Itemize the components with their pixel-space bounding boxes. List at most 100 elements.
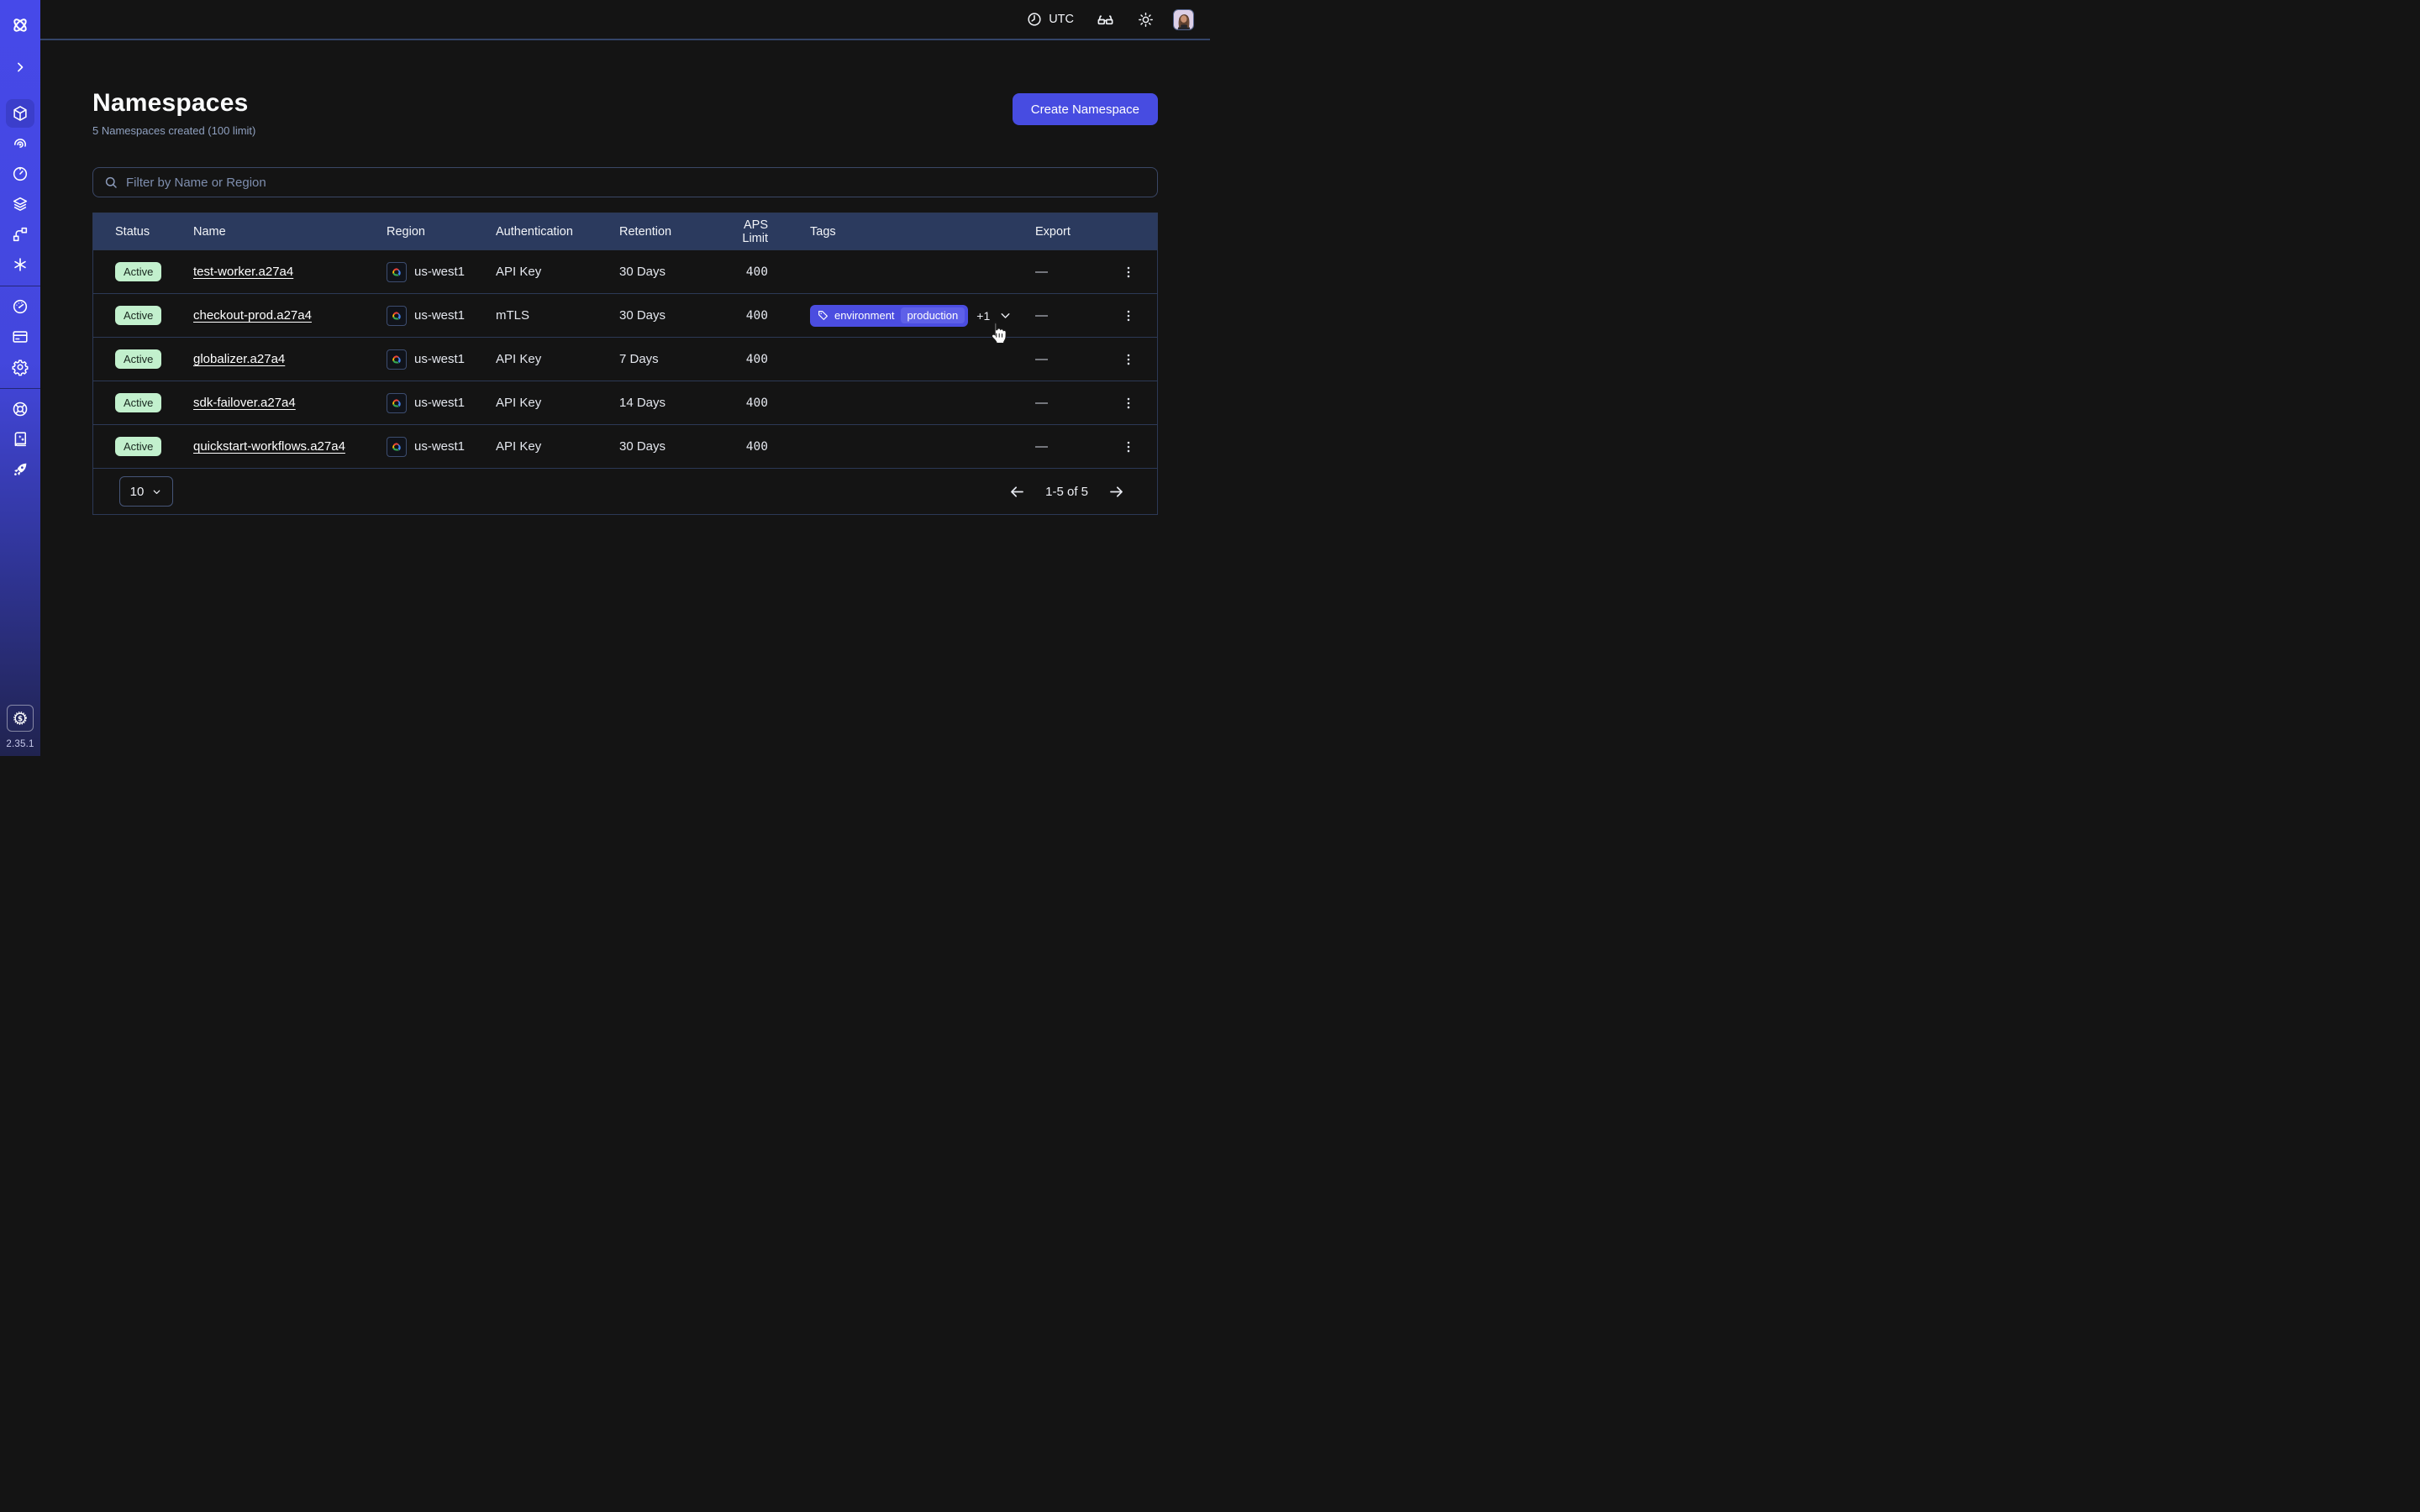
region-cell: us-west1	[387, 349, 496, 370]
namespace-link[interactable]: quickstart-workflows.a27a4	[193, 439, 345, 454]
aps-limit-cell: 400	[716, 440, 768, 454]
search-icon	[103, 175, 118, 190]
row-menu-button[interactable]	[1118, 260, 1139, 285]
status-badge: Active	[115, 262, 161, 281]
credits-button[interactable]: $	[7, 705, 34, 732]
status-badge: Active	[115, 393, 161, 412]
tags-more-count: +1	[976, 309, 990, 323]
app-version: 2.35.1	[6, 739, 34, 749]
sidebar: $ 2.35.1	[0, 0, 40, 756]
filter-input[interactable]	[126, 176, 1147, 190]
timezone-selector[interactable]: UTC	[1026, 11, 1074, 28]
gcp-cloud-icon	[387, 262, 407, 282]
page-subtitle: 5 Namespaces created (100 limit)	[92, 124, 1158, 137]
reader-mode-icon[interactable]	[1096, 10, 1115, 29]
column-header-export: Export	[1027, 225, 1100, 239]
sidebar-item-usage[interactable]	[6, 292, 34, 321]
user-avatar[interactable]	[1173, 9, 1194, 30]
namespace-link[interactable]: sdk-failover.a27a4	[193, 396, 296, 410]
column-header-status: Status	[93, 225, 193, 239]
aps-limit-cell: 400	[716, 396, 768, 410]
namespace-link[interactable]: globalizer.a27a4	[193, 352, 285, 366]
sidebar-item-insights[interactable]	[6, 129, 34, 158]
aps-limit-cell: 400	[716, 353, 768, 366]
column-header-retention: Retention	[619, 225, 716, 239]
tags-cell: environment production +1	[768, 305, 1027, 327]
table-row: Active checkout-prod.a27a4 us-west1 mTLS…	[93, 294, 1157, 338]
auth-cell: API Key	[496, 396, 619, 410]
sidebar-item-task-queues[interactable]	[6, 190, 34, 218]
auth-cell: mTLS	[496, 308, 619, 323]
namespace-link[interactable]: test-worker.a27a4	[193, 265, 293, 279]
sidebar-item-getting-started[interactable]	[6, 455, 34, 484]
chevron-down-icon	[151, 486, 162, 497]
row-menu-button[interactable]	[1118, 347, 1139, 372]
table-row: Active sdk-failover.a27a4 us-west1 API K…	[93, 381, 1157, 425]
status-badge: Active	[115, 306, 161, 325]
column-header-region: Region	[387, 225, 496, 239]
namespace-link[interactable]: checkout-prod.a27a4	[193, 308, 312, 323]
row-menu-button[interactable]	[1118, 303, 1139, 328]
column-header-authentication: Authentication	[496, 225, 619, 239]
namespaces-table: Status Name Region Authentication Retent…	[92, 213, 1158, 515]
sidebar-item-billing[interactable]	[6, 323, 34, 351]
gcp-cloud-icon	[387, 437, 407, 457]
region-cell: us-west1	[387, 437, 496, 457]
gcp-cloud-icon	[387, 349, 407, 370]
row-menu-button[interactable]	[1118, 391, 1139, 416]
sidebar-item-deployments[interactable]	[6, 220, 34, 249]
page-size-select[interactable]: 10	[119, 476, 173, 507]
table-row: Active quickstart-workflows.a27a4 us-wes…	[93, 425, 1157, 469]
retention-cell: 30 Days	[619, 439, 716, 454]
sidebar-divider	[0, 388, 40, 389]
pagination-range: 1-5 of 5	[1045, 485, 1088, 499]
topbar: UTC	[40, 0, 1210, 40]
column-header-aps-limit: APS Limit	[716, 218, 768, 245]
tag-value: production	[901, 307, 965, 323]
chevron-down-icon[interactable]	[998, 308, 1013, 323]
gcp-cloud-icon	[387, 393, 407, 413]
gcp-cloud-icon	[387, 306, 407, 326]
page-title: Namespaces	[92, 89, 1158, 118]
pagination-bar: 10 1-5 of 5	[93, 469, 1157, 514]
create-namespace-button[interactable]: Create Namespace	[1013, 93, 1158, 125]
column-header-tags: Tags	[768, 225, 1027, 239]
tag-icon	[818, 310, 829, 321]
region-label: us-west1	[414, 396, 465, 410]
row-menu-button[interactable]	[1118, 434, 1139, 459]
retention-cell: 14 Days	[619, 396, 716, 410]
table-body: Active test-worker.a27a4 us-west1 API Ke…	[93, 250, 1157, 469]
aps-limit-cell: 400	[716, 265, 768, 279]
next-page-button[interactable]	[1107, 483, 1125, 501]
auth-cell: API Key	[496, 439, 619, 454]
region-label: us-west1	[414, 308, 465, 323]
auth-cell: API Key	[496, 352, 619, 366]
auth-cell: API Key	[496, 265, 619, 279]
table-row: Active globalizer.a27a4 us-west1 API Key…	[93, 338, 1157, 381]
sidebar-item-nexus[interactable]	[6, 250, 34, 279]
retention-cell: 7 Days	[619, 352, 716, 366]
sidebar-item-schedules[interactable]	[6, 160, 34, 188]
sidebar-item-settings[interactable]	[6, 353, 34, 381]
sidebar-item-docs[interactable]	[6, 425, 34, 454]
export-cell: —	[1027, 396, 1100, 410]
region-label: us-west1	[414, 265, 465, 279]
temporal-logo-icon[interactable]	[6, 11, 34, 39]
sidebar-item-support[interactable]	[6, 395, 34, 423]
column-header-name: Name	[193, 225, 387, 239]
region-cell: us-west1	[387, 262, 496, 282]
sidebar-item-namespaces[interactable]	[6, 99, 34, 128]
tag-badge[interactable]: environment production	[810, 305, 968, 327]
aps-limit-cell: 400	[716, 309, 768, 323]
export-cell: —	[1027, 439, 1100, 454]
expand-sidebar-button[interactable]	[6, 53, 34, 81]
region-cell: us-west1	[387, 393, 496, 413]
page-size-value: 10	[130, 485, 145, 499]
main-content: Namespaces 5 Namespaces created (100 lim…	[92, 40, 1158, 515]
timezone-label: UTC	[1049, 13, 1074, 26]
region-cell: us-west1	[387, 306, 496, 326]
light-theme-toggle-icon[interactable]	[1137, 11, 1155, 29]
status-badge: Active	[115, 437, 161, 456]
table-header-row: Status Name Region Authentication Retent…	[93, 213, 1157, 250]
previous-page-button[interactable]	[1008, 483, 1026, 501]
